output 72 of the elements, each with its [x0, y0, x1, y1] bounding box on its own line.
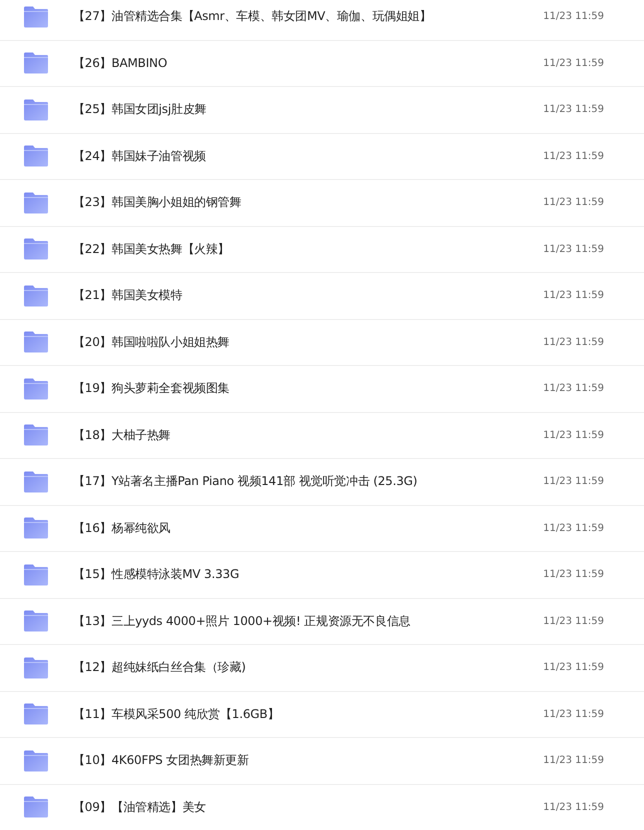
folder-icon [23, 703, 49, 726]
folder-row[interactable]: 【13】三上yyds 4000+照片 1000+视频! 正规资源无不良信息 11/23 11:59 [0, 598, 644, 645]
folder-name: 【23】韩国美胸小姐姐的钢管舞 [73, 194, 242, 212]
modified-time: 11/23 11:59 [543, 197, 604, 208]
modified-time: 11/23 11:59 [543, 336, 604, 348]
modified-time: 11/23 11:59 [543, 476, 604, 488]
folder-icon [23, 284, 49, 307]
folder-name: 【13】三上yyds 4000+照片 1000+视频! 正规资源无不良信息 [73, 612, 412, 630]
folder-icon [23, 750, 49, 772]
folder-row[interactable]: 【22】韩国美女热舞【火辣】 11/23 11:59 [0, 226, 644, 273]
folder-row[interactable]: 【27】油管精选合集【Asmr、车模、韩女团MV、瑜伽、玩偶姐姐】 11/23 11:59 [0, 0, 644, 40]
folder-row[interactable]: 【12】超纯妹纸白丝合集（珍藏) 11/23 11:59 [0, 645, 644, 692]
folder-icon [23, 238, 49, 260]
modified-time: 11/23 11:59 [543, 290, 604, 302]
modified-time: 11/23 11:59 [543, 802, 604, 813]
folder-icon [23, 424, 49, 446]
folder-icon [23, 331, 49, 354]
folder-name: 【27】油管精选合集【Asmr、车模、韩女团MV、瑜伽、玩偶姐姐】 [73, 8, 432, 26]
modified-time: 11/23 11:59 [543, 616, 604, 627]
modified-time: 11/23 11:59 [543, 11, 604, 22]
modified-time: 11/23 11:59 [543, 569, 604, 580]
modified-time: 11/23 11:59 [543, 662, 604, 674]
folder-name: 【19】狗头萝莉全套视频图集 [73, 380, 230, 398]
modified-time: 11/23 11:59 [543, 58, 604, 69]
folder-row[interactable]: 【10】4K60FPS 女团热舞新更新 11/23 11:59 [0, 738, 644, 784]
folder-icon [23, 656, 49, 679]
modified-time: 11/23 11:59 [543, 104, 604, 116]
folder-name: 【10】4K60FPS 女团热舞新更新 [73, 752, 250, 770]
folder-icon [23, 796, 49, 818]
folder-icon [23, 378, 49, 400]
folder-icon [23, 6, 49, 28]
modified-time: 11/23 11:59 [543, 755, 604, 766]
folder-icon [23, 470, 49, 493]
folder-row[interactable]: 【09】【油管精选】美女 11/23 11:59 [0, 784, 644, 830]
folder-row[interactable]: 【26】BAMBINO 11/23 11:59 [0, 40, 644, 87]
modified-time: 11/23 11:59 [543, 244, 604, 255]
modified-time: 11/23 11:59 [543, 150, 604, 162]
folder-name: 【18】大柚子热舞 [73, 426, 172, 444]
folder-icon [23, 98, 49, 121]
folder-name: 【26】BAMBINO [73, 54, 168, 72]
folder-row[interactable]: 【20】韩国啦啦队小姐姐热舞 11/23 11:59 [0, 320, 644, 366]
folder-row[interactable]: 【25】韩国女团jsj肚皮舞 11/23 11:59 [0, 87, 644, 134]
folder-icon [23, 192, 49, 214]
folder-name: 【21】韩国美女模特 [73, 287, 184, 304]
folder-row[interactable]: 【16】杨幂纯欲风 11/23 11:59 [0, 506, 644, 552]
folder-name: 【16】杨幂纯欲风 [73, 520, 172, 537]
folder-row[interactable]: 【21】韩国美女模特 11/23 11:59 [0, 273, 644, 320]
folder-icon [23, 52, 49, 74]
modified-time: 11/23 11:59 [543, 522, 604, 534]
modified-time: 11/23 11:59 [543, 383, 604, 394]
folder-icon [23, 610, 49, 632]
modified-time: 11/23 11:59 [543, 708, 604, 720]
folder-row[interactable]: 【19】狗头萝莉全套视频图集 11/23 11:59 [0, 366, 644, 412]
folder-name: 【09】【油管精选】美女 [73, 798, 207, 816]
folder-name: 【15】性感模特泳装MV 3.33G [73, 566, 240, 584]
folder-row[interactable]: 【15】性感模特泳装MV 3.33G 11/23 11:59 [0, 552, 644, 598]
folder-row[interactable]: 【18】大柚子热舞 11/23 11:59 [0, 412, 644, 459]
folder-icon [23, 145, 49, 168]
folder-row[interactable]: 【23】韩国美胸小姐姐的钢管舞 11/23 11:59 [0, 180, 644, 226]
folder-row[interactable]: 【24】韩国妹子油管视频 11/23 11:59 [0, 134, 644, 180]
folder-name: 【20】韩国啦啦队小姐姐热舞 [73, 334, 230, 351]
folder-name: 【24】韩国妹子油管视频 [73, 148, 207, 165]
folder-icon [23, 517, 49, 540]
folder-icon [23, 564, 49, 586]
folder-name: 【11】车模风采500 纯欣赏【1.6GB】 [73, 706, 280, 723]
folder-name: 【25】韩国女团jsj肚皮舞 [73, 101, 208, 118]
folder-name: 【12】超纯妹纸白丝合集（珍藏) [73, 659, 247, 676]
folder-row[interactable]: 【17】Y站著名主播Pan Piano 视频141部 视觉听觉冲击 (25.3G) 11/23 11:59 [0, 459, 644, 506]
folder-name: 【17】Y站著名主播Pan Piano 视频141部 视觉听觉冲击 (25.3G) [73, 473, 418, 490]
folder-name: 【22】韩国美女热舞【火辣】 [73, 240, 230, 258]
modified-time: 11/23 11:59 [543, 430, 604, 441]
folder-row[interactable]: 【11】车模风采500 纯欣赏【1.6GB】 11/23 11:59 [0, 692, 644, 738]
